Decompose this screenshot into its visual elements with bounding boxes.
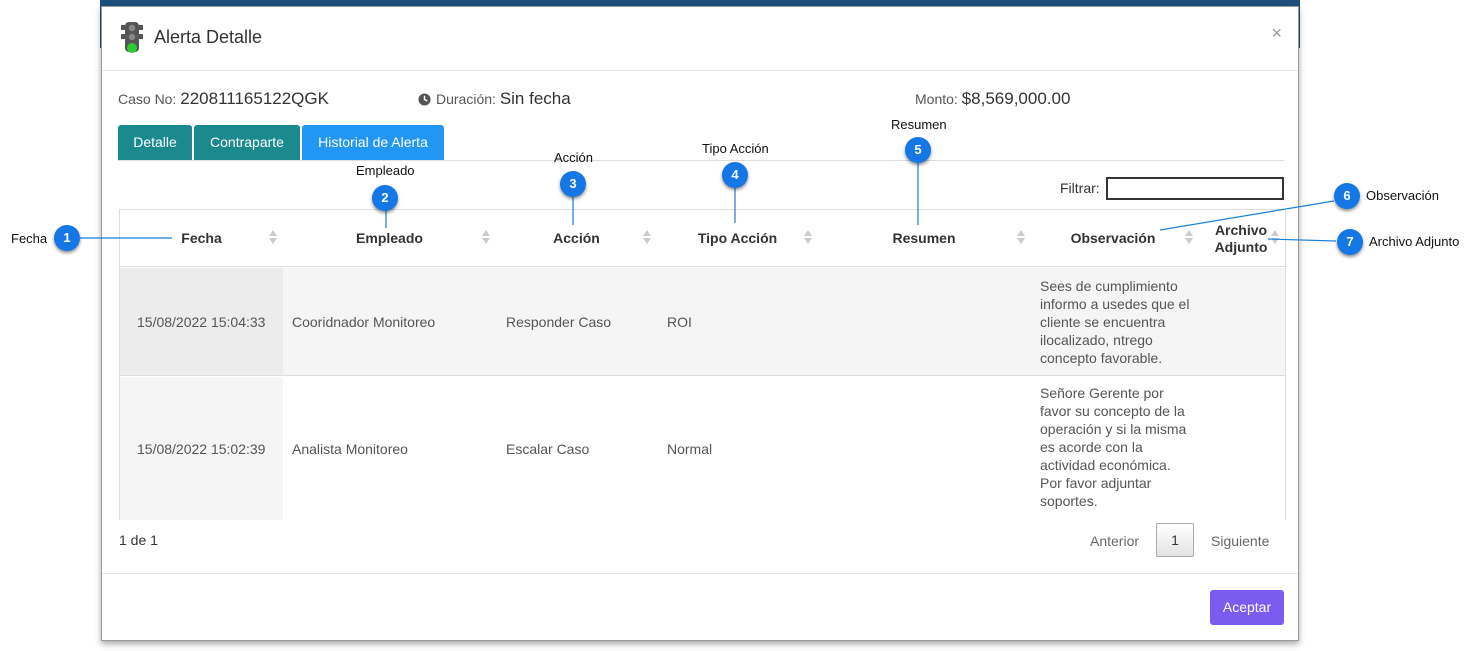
header-resumen[interactable]: Resumen [818,210,1030,267]
cell-accion: Responder Caso [506,313,612,330]
accept-button[interactable]: Aceptar [1210,590,1284,625]
annotation-label-observacion: Observación [1366,188,1439,203]
table-row: 15/08/2022 15:04:33 Cooridnador Monitore… [120,268,1285,376]
cell-tipo-accion: ROI [667,313,692,330]
close-icon[interactable]: × [1271,23,1282,44]
case-value: 220811165122QGK [180,89,329,108]
modal-title: Alerta Detalle [154,27,263,47]
clock-icon [418,93,431,106]
annotation-badge-5: 5 [905,137,931,163]
annotation-label-tipo-accion: Tipo Acción [702,141,769,156]
header-fecha[interactable]: Fecha [120,210,283,267]
annotation-label-archivo-adjunto: Archivo Adjunto [1369,234,1460,249]
sort-icon[interactable] [1017,230,1025,246]
tab-contraparte[interactable]: Contraparte [194,125,300,160]
cell-observacion: Sees de cumplimiento informo a usedes qu… [1040,278,1190,366]
sort-icon[interactable] [804,230,812,246]
annotation-label-resumen: Resumen [891,117,947,132]
case-number: Caso No: 220811165122QGK [118,89,329,109]
cell-empleado: Cooridnador Monitoreo [292,313,436,330]
sort-icon[interactable] [643,230,651,246]
pagination-page-1[interactable]: 1 [1156,523,1194,557]
cell-empleado: Analista Monitoreo [292,440,408,457]
annotation-badge-3: 3 [560,171,586,197]
cell-fecha: 15/08/2022 15:02:39 [137,440,266,457]
header-archivo-adjunto-label: Archivo Adjunto [1214,221,1268,255]
annotation-badge-4: 4 [722,162,748,188]
pagination-next[interactable]: Siguiente [1211,533,1269,549]
tab-detalle[interactable]: Detalle [118,125,192,160]
modal-footer-divider [102,573,1298,574]
header-tipo-accion[interactable]: Tipo Acción [657,210,818,267]
cell-fecha: 15/08/2022 15:04:33 [137,313,266,330]
amount-label: Monto: [915,91,958,107]
annotation-label-empleado: Empleado [356,163,415,178]
case-label: Caso No: [118,91,177,107]
cell-observacion: Señore Gerente por favor su concepto de … [1040,385,1187,509]
header-empleado[interactable]: Empleado [283,210,496,267]
amount-value: $8,569,000.00 [961,89,1071,108]
cell-accion: Escalar Caso [506,440,590,457]
annotation-badge-7: 7 [1337,229,1363,255]
annotation-badge-6: 6 [1334,183,1360,209]
sort-icon[interactable] [1185,230,1193,246]
pagination-info: 1 de 1 [119,532,158,548]
duration: Duración: Sin fecha [418,89,571,109]
table-header: Fecha Empleado Acción Tipo Acción Resume… [120,210,1285,267]
page: Alerta Detalle × Caso No: 220811165122QG… [0,0,1474,651]
sort-icon[interactable] [1271,230,1279,246]
annotation-label-fecha: Fecha [11,231,48,246]
tab-historial-alerta[interactable]: Historial de Alerta [302,125,444,160]
annotation-badge-1: 1 [54,225,80,251]
modal-header: Alerta Detalle × [102,7,1298,71]
duration-label: Duración: [436,91,496,107]
header-accion[interactable]: Acción [496,210,657,267]
pagination-previous[interactable]: Anterior [1090,533,1139,549]
cell-tipo-accion: Normal [667,440,713,457]
table-row: 15/08/2022 15:02:39 Analista Monitoreo E… [120,377,1285,520]
duration-value: Sin fecha [499,89,571,108]
sort-icon[interactable] [269,230,277,246]
filter-label: Filtrar: [1060,180,1100,196]
tab-divider [118,160,1284,161]
traffic-light-icon [121,22,143,53]
annotation-label-accion: Acción [554,150,594,165]
amount: Monto: $8,569,000.00 [915,89,1070,109]
filter-input[interactable] [1106,177,1284,200]
header-observacion[interactable]: Observación [1030,210,1196,267]
alert-detail-modal: Alerta Detalle × Caso No: 220811165122QG… [101,6,1299,641]
sort-icon[interactable] [482,230,490,246]
history-table: Fecha Empleado Acción Tipo Acción Resume… [119,209,1286,520]
annotation-badge-2: 2 [372,185,398,211]
